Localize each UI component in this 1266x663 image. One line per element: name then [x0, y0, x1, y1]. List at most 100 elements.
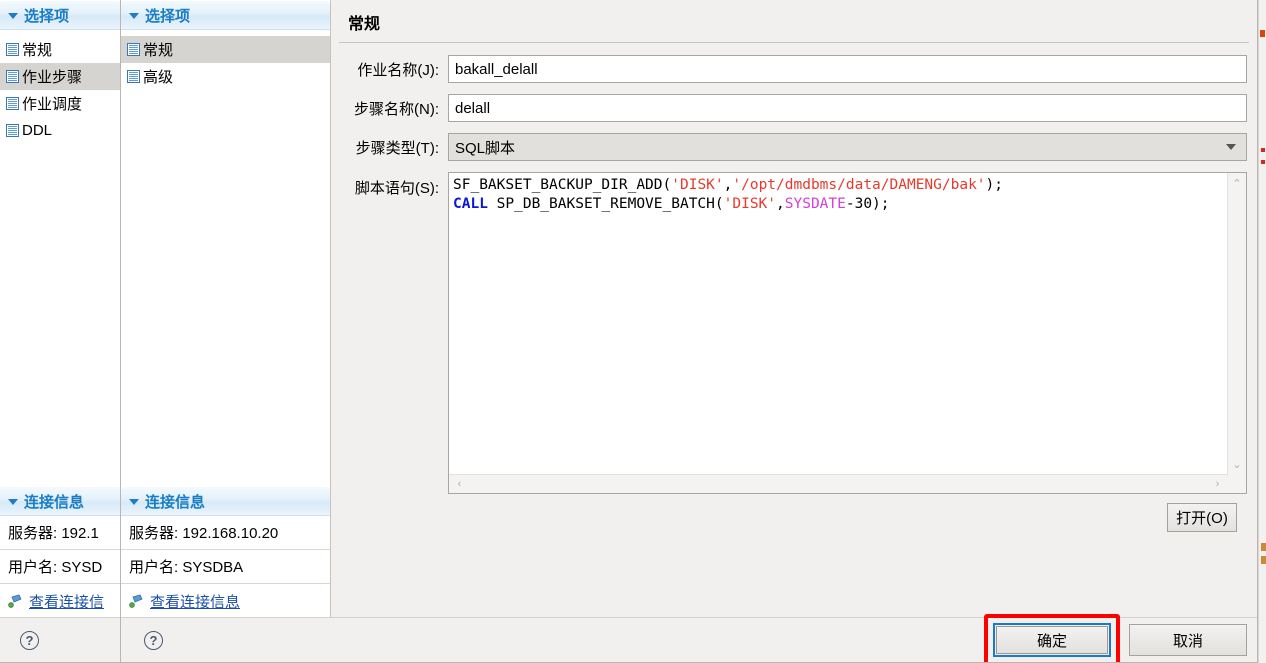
options-panel: 选择项 常规 高级 连接信息 服务器: 192.168.10.20 用户名: S… [121, 0, 331, 662]
background-dialog: 选择项 常规 作业步骤 作业调度 DDL 连接信息 服务器: 192.1 用户名… [0, 0, 122, 663]
sidebar-item-label: 常规 [143, 42, 174, 59]
back-sidebar-item-label: 常规 [22, 42, 53, 59]
help-icon[interactable]: ? [144, 630, 163, 650]
page-icon [6, 43, 19, 56]
page-icon [6, 124, 19, 137]
script-line: SF_BAKSET_BACKUP_DIR_ADD('DISK','/opt/dm… [453, 176, 1227, 195]
sidebar-item-advanced[interactable]: 高级 [121, 63, 330, 90]
plug-icon [129, 594, 145, 608]
connection-link-row[interactable]: 查看连接信息 [121, 584, 330, 618]
form-area: 作业名称(J): bakall_delall 步骤名称(N): delall 步… [331, 43, 1257, 532]
ok-button-annotation: 确定 [984, 614, 1120, 662]
page-icon [6, 70, 19, 83]
ok-button-focus-ring: 确定 [993, 623, 1111, 657]
collapse-triangle-icon[interactable] [8, 499, 18, 505]
job-name-row: 作业名称(J): bakall_delall [331, 55, 1247, 83]
back-sidebar-item-general[interactable]: 常规 [0, 36, 120, 63]
script-token: SF_BAKSET_BACKUP_DIR_ADD( [453, 177, 672, 193]
back-connection-info-panel: 连接信息 服务器: 192.1 用户名: SYSD 查看连接信 [0, 486, 120, 618]
back-connection-link-row[interactable]: 查看连接信 [0, 584, 120, 618]
back-options-panel: 选择项 常规 作业步骤 作业调度 DDL 连接信息 服务器: 192.1 用户名… [0, 0, 121, 662]
plug-icon [8, 594, 24, 608]
scroll-up-icon[interactable]: ⌃ [1228, 175, 1246, 192]
step-type-value: SQL脚本 [455, 139, 516, 157]
step-name-label: 步骤名称(N): [354, 100, 439, 118]
step-type-row: 步骤类型(T): SQL脚本 [331, 133, 1247, 161]
options-list: 常规 高级 [121, 30, 330, 90]
script-token: 'DISK' [671, 177, 724, 193]
script-row: 脚本语句(S): SF_BAKSET_BACKUP_DIR_ADD('DISK'… [331, 172, 1247, 494]
scroll-down-icon[interactable]: ⌄ [1228, 456, 1246, 473]
script-token: SYSDATE [784, 196, 846, 212]
scrollbar-corner [1228, 475, 1246, 493]
collapse-triangle-icon[interactable] [8, 13, 18, 19]
back-options-header: 选择项 [0, 0, 120, 30]
connection-user: 用户名: SYSDBA [121, 550, 330, 584]
back-sidebar-item-ddl[interactable]: DDL [0, 117, 120, 144]
page-title: 常规 [348, 16, 381, 33]
page-icon [6, 97, 19, 110]
script-token: -30); [845, 196, 890, 212]
connection-info-panel: 连接信息 服务器: 192.168.10.20 用户名: SYSDBA 查看连接… [121, 486, 330, 618]
scroll-right-icon[interactable]: › [1209, 475, 1226, 493]
background-chip [1261, 556, 1266, 564]
step-type-select[interactable]: SQL脚本 [448, 133, 1247, 161]
background-chip [1261, 160, 1265, 164]
sidebar-item-label: 高级 [143, 69, 174, 86]
script-code-text[interactable]: SF_BAKSET_BACKUP_DIR_ADD('DISK','/opt/dm… [453, 176, 1227, 474]
job-name-label: 作业名称(J): [357, 61, 439, 79]
connection-header: 连接信息 [121, 486, 330, 516]
step-type-label: 步骤类型(T): [355, 139, 439, 157]
view-connection-link[interactable]: 查看连接信息 [150, 591, 240, 612]
back-connection-user: 用户名: SYSD [0, 550, 120, 584]
back-sidebar-item-job-steps[interactable]: 作业步骤 [0, 63, 120, 90]
job-name-input[interactable]: bakall_delall [448, 55, 1247, 83]
dialog-footer: ? 确定 取消 [121, 614, 1257, 662]
background-chip [1261, 543, 1266, 551]
script-token: 'DISK' [723, 196, 777, 212]
options-header: 选择项 [121, 0, 330, 30]
ok-button[interactable]: 确定 [996, 626, 1108, 654]
help-icon[interactable]: ? [20, 630, 39, 650]
page-icon [127, 43, 140, 56]
editor-horizontal-scrollbar[interactable]: ‹ › [449, 474, 1228, 493]
sidebar-item-general[interactable]: 常规 [121, 36, 330, 63]
script-token: , [776, 196, 785, 212]
footer-buttons: 确定 取消 [984, 614, 1247, 662]
back-options-list: 常规 作业步骤 作业调度 DDL [0, 30, 120, 144]
script-editor[interactable]: SF_BAKSET_BACKUP_DIR_ADD('DISK','/opt/dm… [448, 172, 1247, 494]
scroll-left-icon[interactable]: ‹ [451, 475, 468, 493]
options-header-label: 选择项 [145, 7, 191, 25]
script-token: '/opt/dmdbms/data/DAMENG/bak' [732, 177, 986, 193]
collapse-triangle-icon[interactable] [129, 13, 139, 19]
script-label: 脚本语句(S): [354, 180, 439, 197]
page-icon [127, 70, 140, 83]
connection-server: 服务器: 192.168.10.20 [121, 516, 330, 550]
connection-header-label: 连接信息 [145, 493, 206, 511]
editor-vertical-scrollbar[interactable]: ⌃ ⌄ [1227, 173, 1246, 475]
script-token: ); [985, 177, 1004, 193]
chevron-down-icon[interactable] [1226, 144, 1236, 150]
back-view-connection-link[interactable]: 查看连接信 [29, 591, 104, 612]
open-button[interactable]: 打开(O) [1167, 503, 1237, 532]
back-sidebar-item-label: DDL [22, 122, 53, 139]
back-connection-header-label: 连接信息 [24, 493, 85, 511]
cancel-button[interactable]: 取消 [1129, 624, 1247, 656]
back-connection-header: 连接信息 [0, 486, 120, 516]
content-pane: 常规 作业名称(J): bakall_delall 步骤名称(N): delal… [331, 0, 1257, 618]
script-token: SP_DB_BAKSET_REMOVE_BATCH( [487, 196, 724, 212]
job-step-dialog: 选择项 常规 高级 连接信息 服务器: 192.168.10.20 用户名: S… [120, 0, 1258, 663]
step-name-input[interactable]: delall [448, 94, 1247, 122]
back-dialog-footer: ? [0, 617, 121, 662]
back-options-header-label: 选择项 [24, 7, 70, 25]
background-sliver [1258, 0, 1266, 663]
collapse-triangle-icon[interactable] [129, 499, 139, 505]
background-chip [1260, 30, 1265, 37]
background-chip [1261, 148, 1265, 152]
open-button-row: 打开(O) [331, 494, 1247, 532]
back-sidebar-item-job-schedule[interactable]: 作业调度 [0, 90, 120, 117]
back-connection-server: 服务器: 192.1 [0, 516, 120, 550]
step-name-row: 步骤名称(N): delall [331, 94, 1247, 122]
script-token: CALL [453, 196, 488, 212]
script-line: CALL SP_DB_BAKSET_REMOVE_BATCH('DISK',SY… [453, 195, 1227, 214]
